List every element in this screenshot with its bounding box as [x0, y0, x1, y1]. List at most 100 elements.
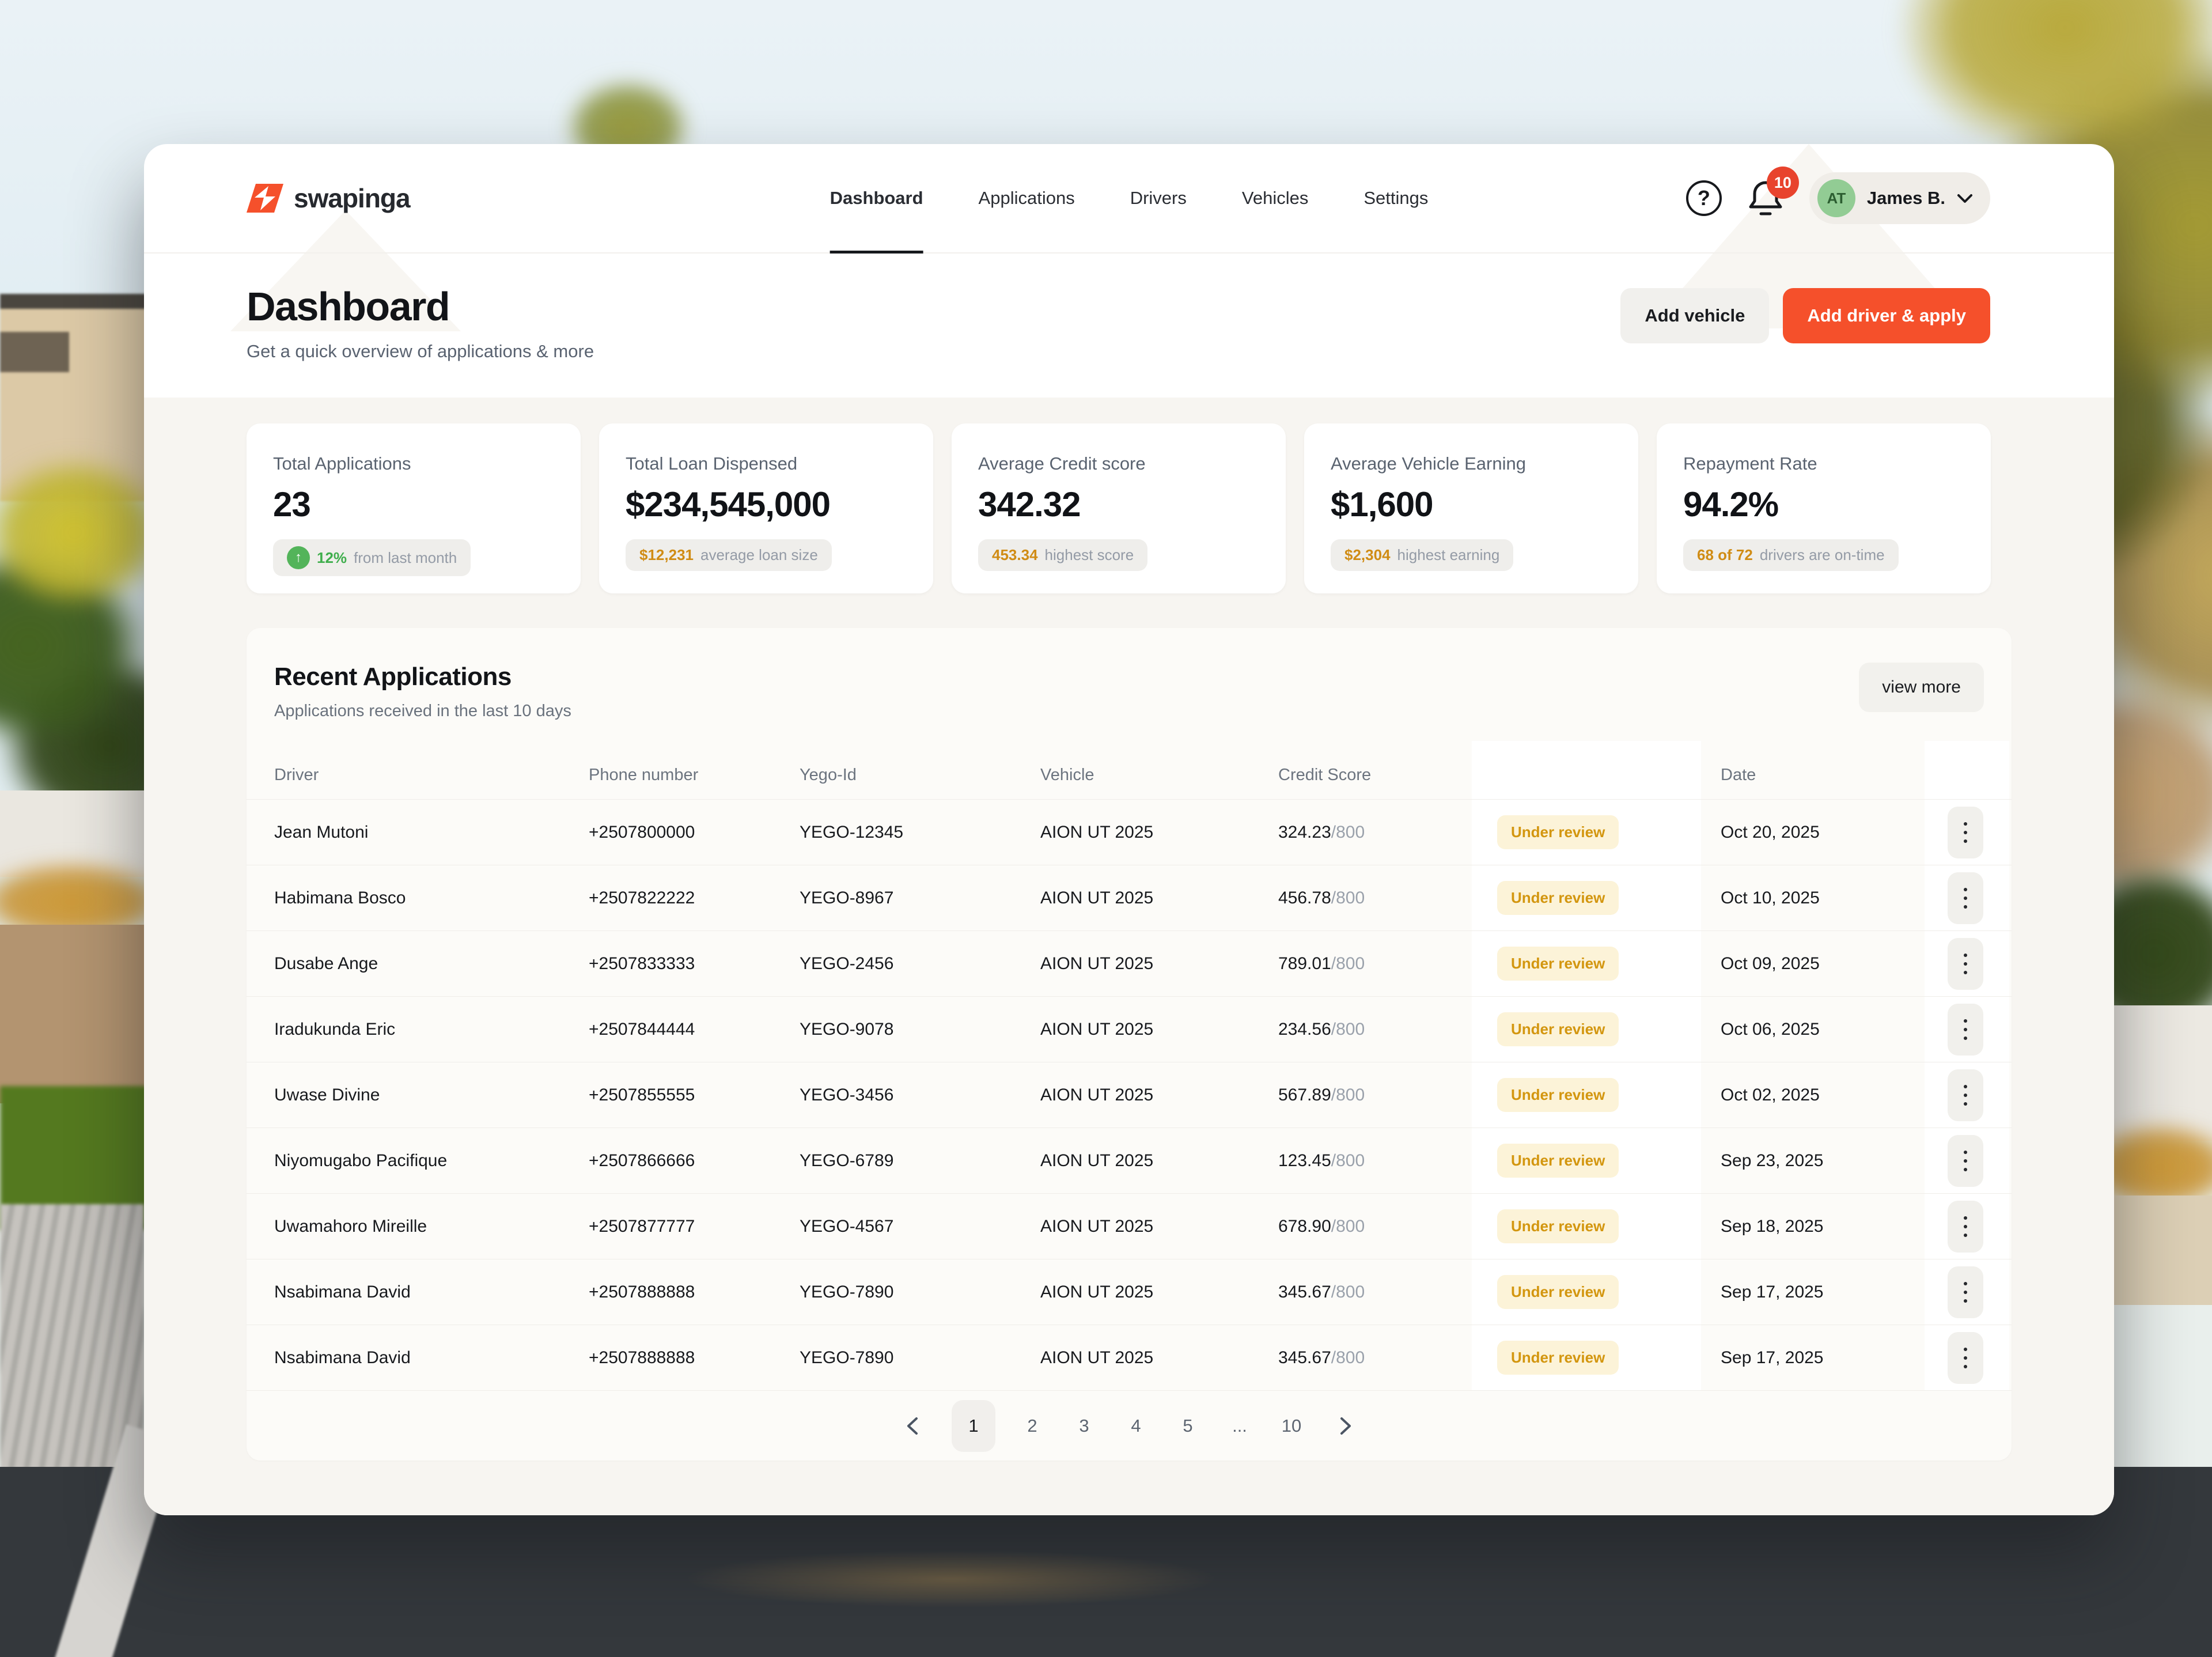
stat-badge: $12,231 average loan size [626, 539, 832, 571]
stat-badge-highlight: 68 of 72 [1697, 546, 1753, 564]
row-menu-button[interactable] [1948, 1069, 1983, 1121]
cell-phone: +2507866666 [589, 1151, 800, 1171]
cell-status: Under review [1497, 815, 1721, 849]
cell-actions [1925, 1135, 2012, 1187]
table-row[interactable]: Habimana Bosco +2507822222 YEGO-8967 AIO… [247, 865, 2012, 930]
header-actions: ? 10 AT James B. [1686, 172, 1990, 224]
view-more-button[interactable]: view more [1859, 663, 1984, 712]
table-row[interactable]: Jean Mutoni +2507800000 YEGO-12345 AION … [247, 799, 2012, 865]
nav-item-applications[interactable]: Applications [979, 144, 1075, 252]
notifications-button[interactable]: 10 [1747, 178, 1784, 218]
row-menu-button[interactable] [1948, 1004, 1983, 1056]
notification-count-badge: 10 [1767, 167, 1799, 199]
cell-yego-id: YEGO-4567 [800, 1217, 1040, 1236]
user-menu[interactable]: AT James B. [1809, 172, 1990, 224]
cell-status: Under review [1497, 1209, 1721, 1243]
table-row[interactable]: Uwamahoro Mireille +2507877777 YEGO-4567… [247, 1193, 2012, 1259]
table-row[interactable]: Niyomugabo Pacifique +2507866666 YEGO-67… [247, 1128, 2012, 1193]
cell-date: Oct 02, 2025 [1721, 1085, 1925, 1105]
cell-phone: +2507888888 [589, 1348, 800, 1368]
brand-logo[interactable]: swapinga [247, 183, 410, 214]
status-badge: Under review [1497, 1209, 1619, 1243]
cell-status: Under review [1497, 1275, 1721, 1309]
table-column-headers: DriverPhone numberYego-IdVehicleCredit S… [247, 751, 2012, 799]
page-subtitle: Get a quick overview of applications & m… [247, 341, 594, 362]
cell-vehicle: AION UT 2025 [1040, 888, 1278, 908]
table-row[interactable]: Nsabimana David +2507888888 YEGO-7890 AI… [247, 1325, 2012, 1390]
stat-badge-highlight: 453.34 [992, 546, 1038, 564]
cell-credit-score: 567.89/800 [1278, 1085, 1497, 1105]
help-icon[interactable]: ? [1686, 180, 1722, 216]
stat-card: Repayment Rate 94.2% 68 of 72 drivers ar… [1657, 423, 1991, 593]
row-menu-button[interactable] [1948, 807, 1983, 858]
table-row[interactable]: Dusabe Ange +2507833333 YEGO-2456 AION U… [247, 930, 2012, 996]
cell-credit-score: 234.56/800 [1278, 1020, 1497, 1039]
page-button-5[interactable]: 5 [1173, 1400, 1203, 1452]
cell-yego-id: YEGO-7890 [800, 1348, 1040, 1368]
main-nav: Dashboard Applications Drivers Vehicles Sett… [830, 144, 1429, 252]
status-badge: Under review [1497, 1078, 1619, 1112]
column-header: Credit Score [1278, 766, 1497, 785]
status-badge: Under review [1497, 1144, 1619, 1178]
row-menu-button[interactable] [1948, 1201, 1983, 1253]
previous-page-button[interactable] [895, 1400, 930, 1452]
row-menu-button[interactable] [1948, 872, 1983, 924]
page-button-10[interactable]: 10 [1277, 1400, 1306, 1452]
stat-badge-text: drivers are on-time [1760, 546, 1885, 564]
next-page-button[interactable] [1328, 1400, 1363, 1452]
add-vehicle-button[interactable]: Add vehicle [1620, 288, 1769, 343]
table-row[interactable]: Iradukunda Eric +2507844444 YEGO-9078 AI… [247, 996, 2012, 1062]
cell-vehicle: AION UT 2025 [1040, 1151, 1278, 1171]
stats-cards: Total Applications 23 ↑ 12% from last mo… [247, 423, 2012, 593]
cell-credit-score: 345.67/800 [1278, 1283, 1497, 1302]
logo-bolt-icon [247, 183, 283, 214]
table-subtitle: Applications received in the last 10 day… [274, 702, 571, 721]
nav-item-dashboard[interactable]: Dashboard [830, 144, 923, 252]
cell-status: Under review [1497, 1012, 1721, 1046]
cell-date: Oct 20, 2025 [1721, 823, 1925, 842]
cell-actions [1925, 1332, 2012, 1384]
column-header: Vehicle [1040, 766, 1278, 785]
page-button-2[interactable]: 2 [1017, 1400, 1047, 1452]
nav-item-vehicles[interactable]: Vehicles [1242, 144, 1308, 252]
avatar: AT [1817, 179, 1855, 217]
cell-credit-score: 789.01/800 [1278, 954, 1497, 974]
table-title: Recent Applications [274, 663, 571, 691]
stat-value: 342.32 [978, 485, 1259, 524]
stat-badge-highlight: 12% [317, 549, 347, 567]
row-menu-button[interactable] [1948, 1332, 1983, 1384]
nav-item-drivers[interactable]: Drivers [1130, 144, 1187, 252]
nav-item-settings[interactable]: Settings [1363, 144, 1428, 252]
dashboard-body: Total Applications 23 ↑ 12% from last mo… [144, 398, 2114, 1515]
cell-date: Oct 10, 2025 [1721, 888, 1925, 908]
cell-yego-id: YEGO-6789 [800, 1151, 1040, 1171]
cell-yego-id: YEGO-2456 [800, 954, 1040, 974]
cell-vehicle: AION UT 2025 [1040, 954, 1278, 974]
page-button-3[interactable]: 3 [1069, 1400, 1099, 1452]
status-badge: Under review [1497, 1012, 1619, 1046]
cell-phone: +2507877777 [589, 1217, 800, 1236]
cell-status: Under review [1497, 1078, 1721, 1112]
stat-badge-text: from last month [354, 549, 457, 567]
cell-actions [1925, 1069, 2012, 1121]
page-button-4[interactable]: 4 [1121, 1400, 1151, 1452]
cell-status: Under review [1497, 881, 1721, 915]
cell-date: Oct 09, 2025 [1721, 954, 1925, 974]
cell-actions [1925, 1004, 2012, 1056]
stat-badge: 453.34 highest score [978, 539, 1147, 571]
cell-status: Under review [1497, 1341, 1721, 1375]
stat-badge-text: highest earning [1397, 546, 1500, 564]
table-row[interactable]: Uwase Divine +2507855555 YEGO-3456 AION … [247, 1062, 2012, 1128]
cell-vehicle: AION UT 2025 [1040, 1217, 1278, 1236]
cell-date: Sep 17, 2025 [1721, 1283, 1925, 1302]
row-menu-button[interactable] [1948, 1266, 1983, 1318]
page-ellipsis: ... [1225, 1400, 1255, 1452]
cell-credit-score: 456.78/800 [1278, 888, 1497, 908]
page-button-1[interactable]: 1 [952, 1400, 995, 1452]
add-driver-apply-button[interactable]: Add driver & apply [1783, 288, 1990, 343]
app-window: swapinga Dashboard Applications Drivers Veh… [144, 144, 2114, 1515]
row-menu-button[interactable] [1948, 1135, 1983, 1187]
stat-label: Total Loan Dispensed [626, 453, 907, 474]
table-row[interactable]: Nsabimana David +2507888888 YEGO-7890 AI… [247, 1259, 2012, 1325]
row-menu-button[interactable] [1948, 938, 1983, 990]
